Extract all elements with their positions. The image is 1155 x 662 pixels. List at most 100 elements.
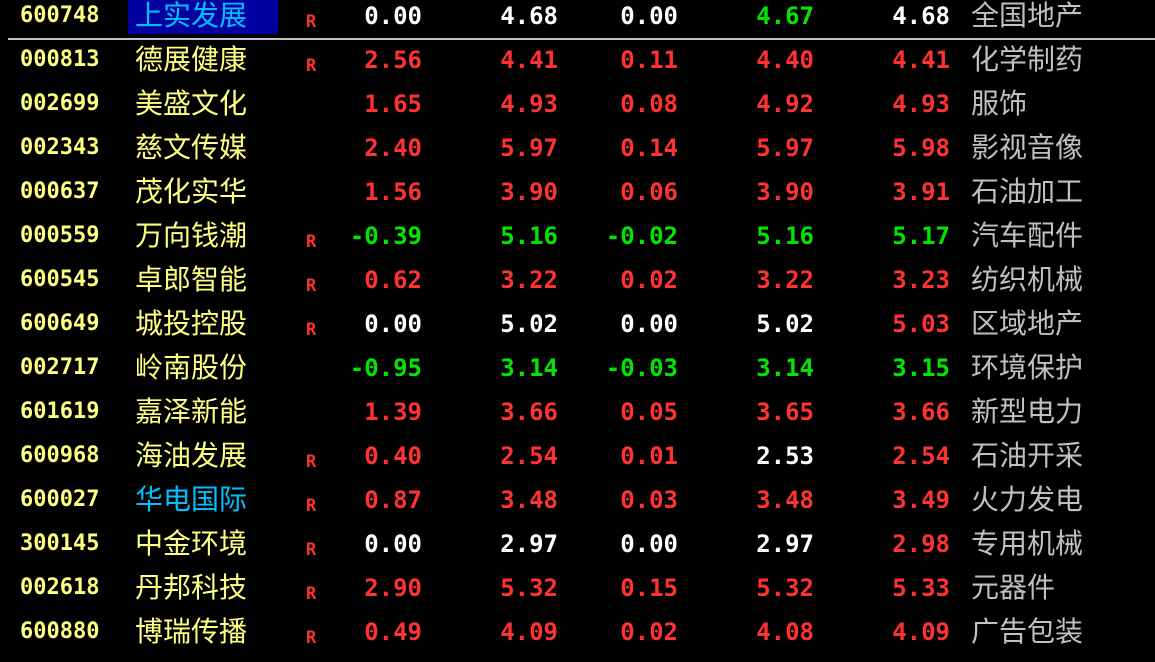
stock-row[interactable]: 000637 茂化实华 1.56 3.90 0.06 3.90 3.91 石油加…: [0, 174, 1155, 218]
margin-flag: R: [306, 540, 317, 560]
bid-price: 4.92: [756, 90, 814, 118]
margin-flag: R: [306, 320, 317, 340]
stock-row[interactable]: 600545 卓郎智能 R 0.62 3.22 0.02 3.22 3.23 纺…: [0, 262, 1155, 306]
stock-row[interactable]: 600880 博瑞传播 R 0.49 4.09 0.02 4.08 4.09 广…: [0, 614, 1155, 658]
current-price: 3.48: [500, 486, 558, 514]
stock-name[interactable]: 丹邦科技: [128, 570, 278, 614]
change-amount: 0.00: [620, 310, 678, 338]
stock-name[interactable]: 中金环境: [128, 526, 278, 570]
stock-name[interactable]: 嘉泽新能: [128, 394, 278, 438]
stock-code: 000637: [20, 179, 100, 204]
current-price: 4.09: [500, 618, 558, 646]
change-percent: 0.00: [364, 310, 422, 338]
change-percent: 0.00: [364, 530, 422, 558]
change-percent: 1.56: [364, 178, 422, 206]
current-price: 3.14: [500, 354, 558, 382]
stock-code: 300145: [20, 531, 100, 556]
stock-row[interactable]: 600027 华电国际 R 0.87 3.48 0.03 3.48 3.49 火…: [0, 482, 1155, 526]
stock-row[interactable]: 000559 万向钱潮 R -0.39 5.16 -0.02 5.16 5.17…: [0, 218, 1155, 262]
change-amount: 0.05: [620, 398, 678, 426]
bid-price: 5.32: [756, 574, 814, 602]
current-price: 5.16: [500, 222, 558, 250]
stock-name[interactable]: 博瑞传播: [128, 614, 278, 658]
bid-price: 3.65: [756, 398, 814, 426]
bid-price: 4.67: [756, 2, 814, 30]
change-percent: 0.00: [364, 2, 422, 30]
bid-price: 4.40: [756, 46, 814, 74]
ask-price: 4.09: [892, 618, 950, 646]
change-amount: -0.03: [605, 354, 678, 382]
stock-name[interactable]: 慈文传媒: [128, 130, 278, 174]
change-percent: -0.95: [349, 354, 422, 382]
change-amount: 0.03: [620, 486, 678, 514]
ask-price: 4.41: [892, 46, 950, 74]
stock-name[interactable]: 茂化实华: [128, 174, 278, 218]
ask-price: 3.49: [892, 486, 950, 514]
stock-name[interactable]: 海油发展: [128, 438, 278, 482]
change-percent: -0.39: [349, 222, 422, 250]
change-percent: 0.40: [364, 442, 422, 470]
stock-name[interactable]: 岭南股份: [128, 350, 278, 394]
bid-price: 4.08: [756, 618, 814, 646]
industry: 区域地产: [971, 307, 1084, 340]
stock-name[interactable]: 城投控股: [128, 306, 278, 350]
stock-name[interactable]: 德展健康: [128, 42, 278, 86]
stock-name[interactable]: 美盛文化: [128, 86, 278, 130]
margin-flag: [306, 350, 326, 394]
margin-flag: R: [306, 232, 317, 252]
stock-row[interactable]: 000813 德展健康 R 2.56 4.41 0.11 4.40 4.41 化…: [0, 42, 1155, 86]
stock-code: 600968: [20, 443, 100, 468]
bid-price: 3.90: [756, 178, 814, 206]
ask-price: 3.23: [892, 266, 950, 294]
stock-name[interactable]: 卓郎智能: [128, 262, 278, 306]
margin-flag: R: [306, 276, 317, 296]
stock-code: 000559: [20, 223, 100, 248]
ask-price: 3.15: [892, 354, 950, 382]
stock-row[interactable]: 002343 慈文传媒 2.40 5.97 0.14 5.97 5.98 影视音…: [0, 130, 1155, 174]
industry: 火力发电: [971, 483, 1084, 516]
change-amount: 0.00: [620, 530, 678, 558]
industry: 石油加工: [971, 175, 1084, 208]
bid-price: 5.02: [756, 310, 814, 338]
bid-price: 2.97: [756, 530, 814, 558]
change-amount: 0.02: [620, 618, 678, 646]
stock-row[interactable]: 300145 中金环境 R 0.00 2.97 0.00 2.97 2.98 专…: [0, 526, 1155, 570]
change-amount: 0.02: [620, 266, 678, 294]
bid-price: 3.14: [756, 354, 814, 382]
stock-row[interactable]: 600968 海油发展 R 0.40 2.54 0.01 2.53 2.54 石…: [0, 438, 1155, 482]
stock-row[interactable]: 002699 美盛文化 1.65 4.93 0.08 4.92 4.93 服饰: [0, 86, 1155, 130]
stock-name[interactable]: 上实发展: [128, 0, 278, 34]
ask-price: 2.98: [892, 530, 950, 558]
stock-name[interactable]: 华电国际: [128, 482, 278, 526]
current-price: 5.02: [500, 310, 558, 338]
industry: 石油开采: [971, 439, 1084, 472]
industry: 广告包装: [971, 615, 1084, 648]
change-amount: -0.02: [605, 222, 678, 250]
bid-price: 3.22: [756, 266, 814, 294]
industry: 汽车配件: [971, 219, 1084, 252]
current-price: 4.41: [500, 46, 558, 74]
stock-row[interactable]: 600649 城投控股 R 0.00 5.02 0.00 5.02 5.03 区…: [0, 306, 1155, 350]
industry: 专用机械: [971, 527, 1084, 560]
bid-price: 5.97: [756, 134, 814, 162]
industry: 纺织机械: [971, 263, 1084, 296]
change-amount: 0.00: [620, 2, 678, 30]
industry: 环境保护: [971, 351, 1084, 384]
margin-flag: [306, 394, 326, 438]
margin-flag: R: [306, 56, 317, 76]
stock-row[interactable]: 600748 上实发展 R 0.00 4.68 0.00 4.67 4.68 全…: [0, 0, 1155, 42]
stock-row[interactable]: 601619 嘉泽新能 1.39 3.66 0.05 3.65 3.66 新型电…: [0, 394, 1155, 438]
change-percent: 0.62: [364, 266, 422, 294]
industry: 影视音像: [971, 131, 1084, 164]
ask-price: 4.93: [892, 90, 950, 118]
stock-name[interactable]: 万向钱潮: [128, 218, 278, 262]
stock-row[interactable]: 002618 丹邦科技 R 2.90 5.32 0.15 5.32 5.33 元…: [0, 570, 1155, 614]
bid-price: 5.16: [756, 222, 814, 250]
bid-price: 3.48: [756, 486, 814, 514]
stock-row[interactable]: 002717 岭南股份 -0.95 3.14 -0.03 3.14 3.15 环…: [0, 350, 1155, 394]
stock-code: 600545: [20, 267, 100, 292]
ask-price: 5.17: [892, 222, 950, 250]
ask-price: 5.03: [892, 310, 950, 338]
change-amount: 0.01: [620, 442, 678, 470]
stock-code: 600027: [20, 487, 100, 512]
